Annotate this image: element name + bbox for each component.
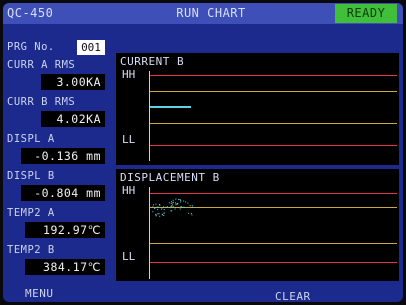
current-trace <box>150 106 191 108</box>
temp2-b-label: TEMP2 B <box>7 244 55 256</box>
curr-b-label: CURR B RMS <box>7 96 76 108</box>
chart-title: CURRENT B <box>120 55 185 68</box>
low-warn-line <box>150 243 397 244</box>
clear-button[interactable]: CLEAR <box>275 290 311 302</box>
temp2-b-value: 384.17℃ <box>25 259 105 275</box>
ll-limit-label: LL <box>122 250 136 263</box>
displacement-b-chart: DISPLACEMENT B HH LL <box>116 169 399 281</box>
current-b-chart: CURRENT B HH LL <box>116 53 399 165</box>
curr-a-value: 3.00KA <box>41 74 105 90</box>
hh-limit-line <box>150 193 397 194</box>
low-warn-line <box>150 123 397 124</box>
status-badge: READY <box>335 4 397 23</box>
displ-b-label: DISPL B <box>7 170 55 182</box>
program-label: PRG No. <box>7 41 55 53</box>
ll-limit-line <box>150 262 397 263</box>
displ-b-value: -0.804 mm <box>21 185 105 201</box>
curr-b-value: 4.02KA <box>41 111 105 127</box>
screen-title: RUN CHART <box>176 6 246 20</box>
temp2-a-value: 192.97℃ <box>25 222 105 238</box>
chart-title: DISPLACEMENT B <box>120 171 220 184</box>
displ-a-value: -0.136 mm <box>21 148 105 164</box>
ll-limit-line <box>150 145 397 146</box>
hh-limit-label: HH <box>122 68 136 81</box>
displacement-trace <box>152 198 194 217</box>
hh-limit-label: HH <box>122 184 136 197</box>
ll-limit-label: LL <box>122 133 136 146</box>
curr-a-label: CURR A RMS <box>7 59 76 71</box>
displ-a-label: DISPL A <box>7 133 55 145</box>
title-bar: QC-450 RUN CHART READY <box>3 3 403 24</box>
high-warn-line <box>150 91 397 92</box>
hmi-screen: QC-450 RUN CHART READY PRG No. 001 CURR … <box>3 3 403 302</box>
y-axis <box>149 71 150 161</box>
program-number-field[interactable]: 001 <box>77 40 105 55</box>
menu-button[interactable]: MENU <box>25 287 54 300</box>
temp2-a-label: TEMP2 A <box>7 207 55 219</box>
model-name: QC-450 <box>7 6 54 20</box>
hh-limit-line <box>150 75 397 76</box>
